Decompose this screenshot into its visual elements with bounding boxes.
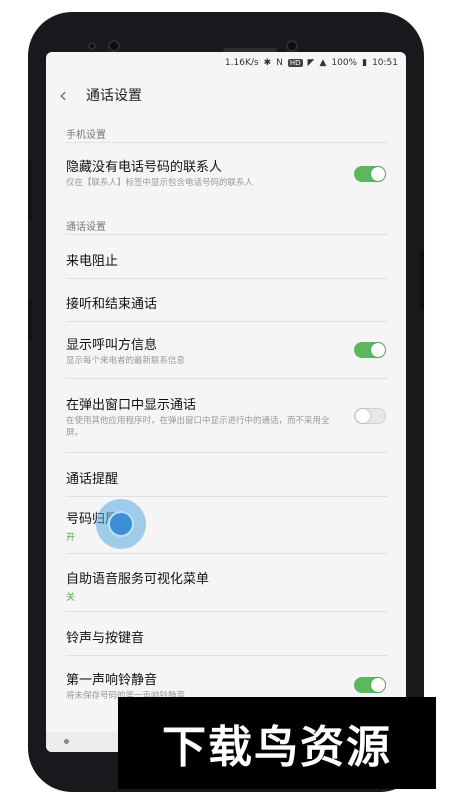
setting-value: 关 — [66, 593, 76, 603]
setting-hide-contacts[interactable]: 隐藏没有电话号码的联系人 仅在【联系人】标签中显示包含电话号码的联系人 — [66, 156, 386, 190]
network-speed: 1.16K/s — [224, 58, 259, 68]
page-title: 通话设置 — [86, 88, 142, 104]
divider — [66, 496, 388, 497]
section-header-call: 通话设置 — [66, 222, 106, 233]
toggle-switch[interactable] — [354, 166, 386, 182]
battery-icon: ▮ — [362, 58, 368, 68]
divider — [66, 452, 388, 453]
setting-call-alerts[interactable]: 通话提醒 — [66, 468, 386, 487]
wifi-icon: ◤ — [307, 58, 315, 68]
divider — [66, 553, 388, 554]
nfc-icon: N — [276, 58, 283, 68]
power-button — [420, 250, 424, 310]
setting-title: 显示呼叫方信息 — [66, 338, 158, 353]
setting-popup-calls[interactable]: 在弹出窗口中显示通话 在使用其他应用程序时，在弹出窗口中显示进行中的通话，而不采… — [66, 394, 386, 440]
section-header-phone: 手机设置 — [66, 130, 106, 141]
bluetooth-icon: ✱ — [263, 58, 272, 68]
watermark-logo: 下载鸟资源 — [118, 697, 436, 789]
screen: 1.16K/s ✱ N HD ◤ ▲ 100% ▮ 10:51 ‹ 通话设置 手… — [46, 52, 406, 752]
divider — [66, 655, 388, 656]
toggle-switch[interactable] — [354, 677, 386, 693]
setting-title: 隐藏没有电话号码的联系人 — [66, 160, 223, 175]
nav-dot-icon[interactable] — [64, 739, 69, 744]
divider — [66, 142, 388, 143]
volume-button — [28, 160, 32, 220]
divider — [66, 278, 388, 279]
toggle-switch[interactable] — [354, 408, 386, 424]
battery-level: 100% — [331, 58, 358, 68]
watermark-text: 下载鸟资源 — [162, 722, 392, 773]
setting-visual-ivr[interactable]: 自助语音服务可视化菜单 关 — [66, 568, 386, 603]
chevron-left-icon[interactable]: ‹ — [46, 83, 80, 107]
setting-description: 在使用其他应用程序时，在弹出窗口中显示进行中的通话，而不采用全屏。 — [66, 416, 330, 438]
hd-badge: HD — [287, 59, 303, 67]
app-bar: ‹ 通话设置 — [46, 78, 406, 112]
setting-title: 接听和结束通话 — [66, 297, 158, 312]
bixby-button — [28, 300, 32, 340]
sensor-icon — [88, 42, 96, 50]
setting-call-blocking[interactable]: 来电阻止 — [66, 250, 386, 269]
status-bar: 1.16K/s ✱ N HD ◤ ▲ 100% ▮ 10:51 — [46, 52, 406, 74]
divider — [66, 611, 388, 612]
divider — [66, 234, 388, 235]
setting-title: 来电阻止 — [66, 254, 119, 269]
setting-title: 在弹出窗口中显示通话 — [66, 398, 197, 413]
iris-scanner-icon — [286, 40, 298, 52]
divider — [66, 321, 388, 322]
setting-ringtones[interactable]: 铃声与按键音 — [66, 627, 386, 646]
divider — [66, 378, 388, 379]
setting-title: 自助语音服务可视化菜单 — [66, 572, 210, 587]
setting-caller-info[interactable]: 显示呼叫方信息 显示每个来电者的最新联系信息 — [66, 334, 386, 368]
toggle-switch[interactable] — [354, 342, 386, 358]
setting-title: 铃声与按键音 — [66, 631, 145, 646]
setting-description: 显示每个来电者的最新联系信息 — [66, 356, 186, 366]
setting-title: 第一声响铃静音 — [66, 673, 158, 688]
setting-description: 仅在【联系人】标签中显示包含电话号码的联系人 — [66, 178, 254, 188]
touch-indicator-center — [108, 511, 134, 537]
setting-title: 通话提醒 — [66, 472, 119, 487]
clock: 10:51 — [372, 58, 398, 68]
setting-answer-end-calls[interactable]: 接听和结束通话 — [66, 293, 386, 312]
signal-icon: ▲ — [319, 58, 327, 68]
front-camera-icon — [108, 40, 120, 52]
